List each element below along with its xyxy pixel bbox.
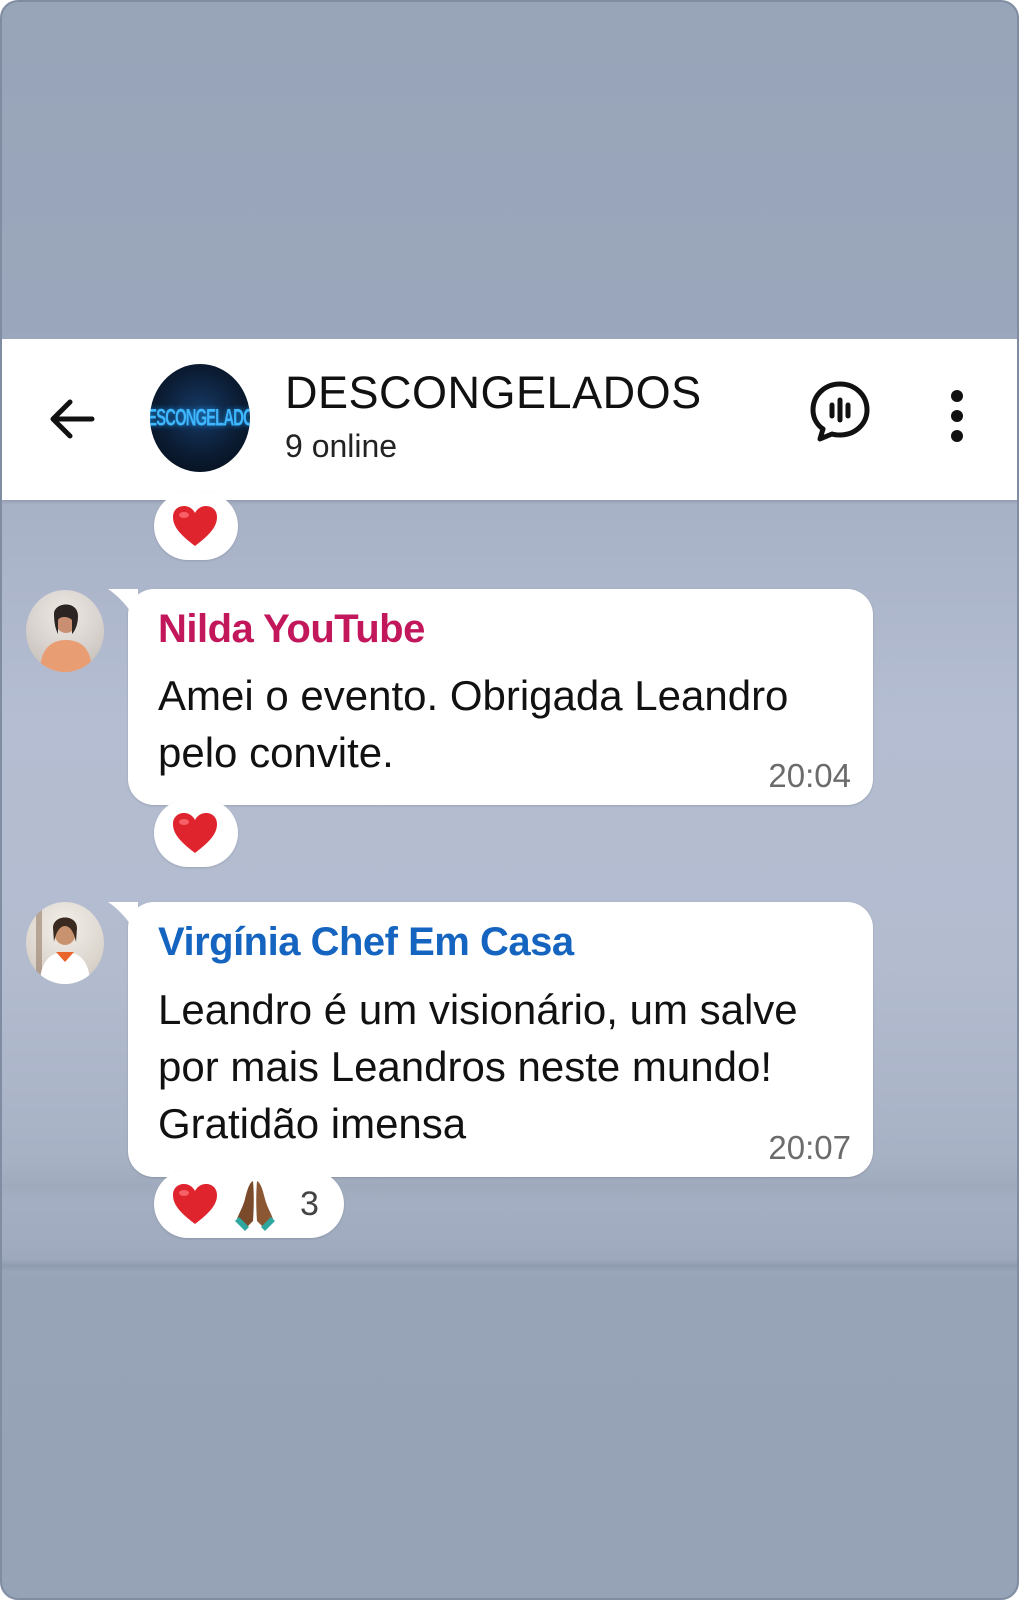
- bubble-tail: [108, 902, 138, 936]
- voice-chat-button[interactable]: [808, 379, 872, 443]
- sender-avatar-virginia[interactable]: [26, 902, 104, 984]
- more-options-button[interactable]: [937, 381, 977, 451]
- message-text-line: Amei o evento. Obrigada Leandro: [158, 672, 789, 719]
- more-dot-icon: [951, 430, 963, 442]
- reaction-chip[interactable]: [154, 799, 238, 867]
- back-arrow-icon: [50, 399, 95, 439]
- more-dot-icon: [951, 390, 963, 402]
- back-button[interactable]: [40, 387, 104, 451]
- reaction-chip[interactable]: 3: [154, 1170, 344, 1238]
- voice-chat-icon: [810, 381, 870, 442]
- reaction-chip[interactable]: [154, 492, 238, 560]
- reaction-count: 3: [300, 1184, 319, 1223]
- chat-title[interactable]: DESCONGELADOS: [285, 367, 702, 419]
- message-text-line: por mais Leandros neste mundo!: [158, 1043, 773, 1090]
- message-text-line: Leandro é um visionário, um salve: [158, 986, 798, 1033]
- group-logo: DESCONGELADOS: [150, 404, 250, 432]
- group-avatar[interactable]: DESCONGELADOS: [150, 364, 250, 472]
- message-text-line: Gratidão imensa: [158, 1100, 467, 1147]
- chat-online-status: 9 online: [285, 428, 398, 464]
- bubble-tail: [108, 589, 138, 623]
- message-time: 20:07: [768, 1129, 851, 1166]
- chat-header: DESCONGELADOS DESCONGELADOS 9 online: [2, 339, 1017, 500]
- message-sender[interactable]: Virgínia Chef Em Casa: [158, 920, 574, 965]
- red-heart-icon: [168, 1177, 222, 1231]
- message-text-line: pelo convite.: [158, 729, 394, 776]
- message-bubble[interactable]: Virgínia Chef Em Casa Leandro é um visio…: [108, 902, 873, 1177]
- sender-avatar-nilda[interactable]: [26, 590, 104, 672]
- message-sender[interactable]: Nilda YouTube: [158, 607, 425, 652]
- more-dot-icon: [951, 410, 963, 422]
- wallpaper-water-line: [2, 1260, 1017, 1272]
- message-bubble[interactable]: Nilda YouTube Amei o evento. Obrigada Le…: [108, 589, 873, 805]
- chat-screen: DESCONGELADOS DESCONGELADOS 9 online: [0, 0, 1019, 1600]
- folded-hands-icon: [228, 1177, 282, 1231]
- message-time: 20:04: [768, 757, 851, 794]
- red-heart-icon: [168, 499, 222, 553]
- red-heart-icon: [168, 806, 222, 860]
